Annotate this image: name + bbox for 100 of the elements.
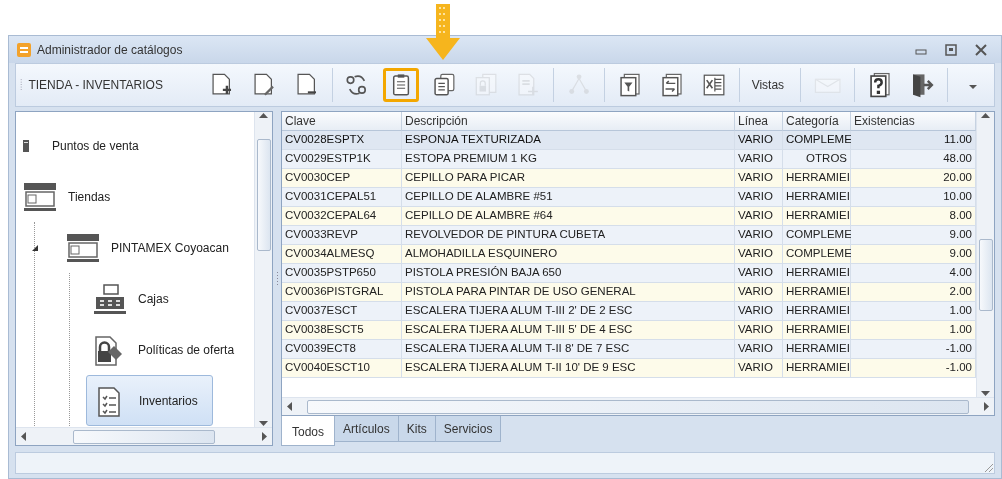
table-cell: -1.00: [851, 340, 976, 359]
tree-item[interactable]: Cajas: [86, 273, 254, 324]
scrollbar-thumb[interactable]: [73, 429, 215, 444]
table-cell: VARIO: [735, 264, 783, 283]
table-cell: VARIO: [735, 245, 783, 264]
table-cell: COMPLEME: [783, 226, 851, 245]
app-icon: [17, 42, 31, 57]
maximize-icon: [945, 43, 957, 56]
views-dropdown[interactable]: Vistas: [747, 68, 792, 102]
table-cell: HERRAMIEI: [783, 359, 851, 378]
table-cell: VARIO: [735, 302, 783, 321]
table-cell: CV0037ESCT: [282, 302, 402, 321]
tree-item[interactable]: Tiendas: [16, 171, 254, 222]
table-cell: HERRAMIEI: [783, 283, 851, 302]
tree-item[interactable]: PINTAMEX Coyoacan: [51, 222, 254, 273]
table-cell: 9.00: [851, 226, 976, 245]
table-cell: COMPLEME: [783, 131, 851, 150]
table-cell: ESPONJA TEXTURIZADA: [402, 131, 735, 150]
table-cell: CV0028ESPTX: [282, 131, 402, 150]
table-cell: 4.00: [851, 264, 976, 283]
table-cell: CV0039ECT8: [282, 340, 402, 359]
table-cell: 8.00: [851, 207, 976, 226]
table-cell: CEPILLO DE ALAMBRE #64: [402, 207, 735, 226]
table-cell: ALMOHADILLA ESQUINERO: [402, 245, 735, 264]
table-cell: VARIO: [735, 169, 783, 188]
resize-grip-icon: [984, 463, 994, 473]
column-header[interactable]: Existencias: [851, 112, 976, 131]
tab[interactable]: Todos: [281, 416, 336, 446]
cabinet-icon: [22, 137, 30, 154]
tab[interactable]: Servicios: [434, 416, 502, 442]
table-cell: VARIO: [735, 226, 783, 245]
table-cell: ESTOPA PREMIUM 1 KG: [402, 150, 735, 169]
table-cell: 20.00: [851, 169, 976, 188]
table-cell: CV0033REVP: [282, 226, 402, 245]
store-icon: [65, 231, 101, 264]
table-cell: CV0034ALMESQ: [282, 245, 402, 264]
horizontal-scrollbar[interactable]: [16, 427, 272, 445]
scrollbar-thumb[interactable]: [307, 399, 969, 414]
scroll-right-icon: [984, 402, 990, 411]
tab[interactable]: Artículos: [334, 416, 399, 442]
store-icon: [22, 180, 58, 213]
table-cell: REVOLVEDOR DE PINTURA CUBETA: [402, 226, 735, 245]
table-cell: 1.00: [851, 321, 976, 340]
table-cell: HERRAMIEI: [783, 264, 851, 283]
cash-register-icon: [92, 282, 128, 315]
expanded-icon: [31, 243, 39, 252]
table-cell: CV0032CEPAL64: [282, 207, 402, 226]
scrollbar-thumb[interactable]: [978, 238, 993, 311]
scrollbar-thumb[interactable]: [256, 138, 271, 251]
column-header[interactable]: Descripción: [402, 112, 735, 131]
table-cell: HERRAMIEI: [783, 169, 851, 188]
tree-item[interactable]: Puntos de venta: [16, 120, 254, 171]
vertical-scrollbar[interactable]: [976, 112, 994, 397]
table-cell: 9.00: [851, 245, 976, 264]
table-cell: HERRAMIEI: [783, 340, 851, 359]
table-cell: 2.00: [851, 283, 976, 302]
table-cell: VARIO: [735, 188, 783, 207]
close-icon: [975, 43, 987, 56]
column-header[interactable]: Clave: [282, 112, 402, 131]
table-cell: PISTOLA PRESIÓN BAJA 650: [402, 264, 735, 283]
table-cell: HERRAMIEI: [783, 188, 851, 207]
table-cell: CEPILLO PARA PICAR: [402, 169, 735, 188]
table-cell: CEPILLO DE ALAMBRE #51: [402, 188, 735, 207]
column-header[interactable]: Línea: [735, 112, 783, 131]
horizontal-scrollbar[interactable]: [282, 397, 994, 415]
table-cell: CV0035PSTP650: [282, 264, 402, 283]
table-cell: HERRAMIEI: [783, 321, 851, 340]
scroll-left-icon: [286, 402, 292, 411]
table-cell: CV0031CEPAL51: [282, 188, 402, 207]
table-cell: 48.00: [851, 150, 976, 169]
column-header[interactable]: Categoría: [783, 112, 851, 131]
table-cell: CV0040ESCT10: [282, 359, 402, 378]
table-cell: VARIO: [735, 207, 783, 226]
window-title: Administrador de catálogos: [37, 42, 184, 57]
table-cell: OTROS: [783, 150, 851, 169]
scroll-left-icon: [20, 432, 26, 441]
table-cell: ESCALERA TIJERA ALUM T-II 10' DE 9 ESC: [402, 359, 735, 378]
table-cell: VARIO: [735, 283, 783, 302]
table-cell: VARIO: [735, 131, 783, 150]
table-cell: CV0029ESTP1K: [282, 150, 402, 169]
tree-item[interactable]: Políticas de oferta: [86, 324, 254, 375]
scroll-up-icon: [259, 112, 268, 118]
tree-item[interactable]: Inventarios: [86, 375, 213, 426]
table-cell: 10.00: [851, 188, 976, 207]
table-cell: CV0030CEP: [282, 169, 402, 188]
table-cell: -1.00: [851, 359, 976, 378]
tab[interactable]: Kits: [397, 416, 436, 442]
table-cell: ESCALERA TIJERA ALUM T-III 5' DE 4 ESC: [402, 321, 735, 340]
table-cell: HERRAMIEI: [783, 207, 851, 226]
table-cell: VARIO: [735, 340, 783, 359]
vertical-scrollbar[interactable]: [254, 112, 272, 427]
toolbar-title: TIENDA - INVENTARIOS: [28, 78, 164, 92]
table-cell: VARIO: [735, 321, 783, 340]
scroll-up-icon: [981, 112, 990, 118]
table-cell: PISTOLA PARA PINTAR DE USO GENERAL: [402, 283, 735, 302]
table-cell: 1.00: [851, 302, 976, 321]
table-cell: VARIO: [735, 359, 783, 378]
table-cell: CV0036PISTGRAL: [282, 283, 402, 302]
scroll-right-icon: [262, 432, 268, 441]
table-cell: VARIO: [735, 150, 783, 169]
